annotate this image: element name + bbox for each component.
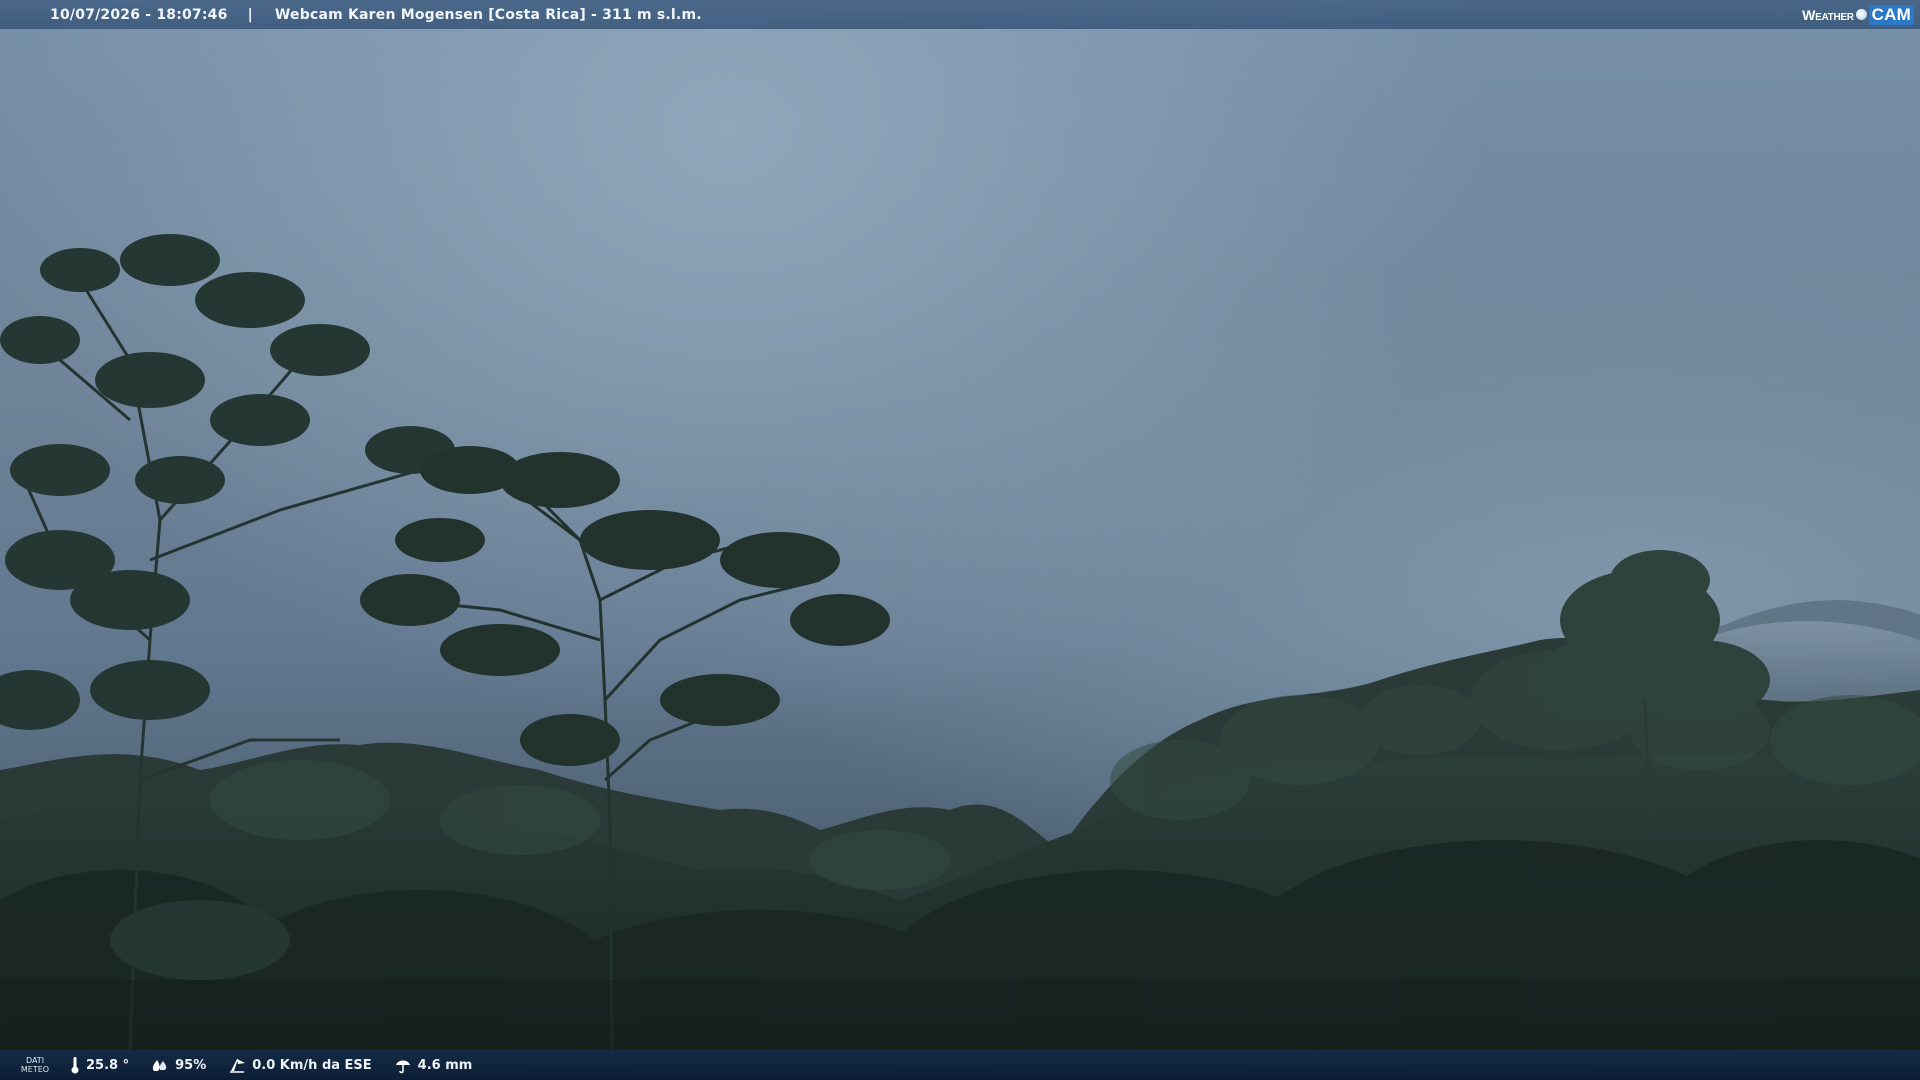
top-info-bar: 10/07/2026 - 18:07:46 | Webcam Karen Mog…: [0, 0, 1920, 29]
weather-data-label-line1: DATI: [25, 1056, 45, 1065]
humidity-stat: 95%: [151, 1057, 206, 1073]
temperature-stat: 25.8 °: [70, 1056, 129, 1074]
thermometer-icon: [71, 1057, 79, 1074]
wind-icon: [230, 1059, 246, 1073]
wind-value: 0.0 Km/h da ESE: [252, 1057, 372, 1073]
logo-weather-text: Weather: [1802, 6, 1854, 23]
humidity-value: 95%: [175, 1057, 207, 1073]
weather-data-bar: DATI METEO 25.8 ° 95% 0.0 Km/h da ESE 4.…: [0, 1050, 1920, 1080]
webcam-title: Webcam Karen Mogensen [Costa Rica] - 311…: [274, 6, 702, 23]
temperature-value: 25.8 °: [86, 1057, 130, 1073]
logo-globe-icon: [1855, 9, 1867, 20]
tall-tree-center-leaves: [360, 446, 890, 766]
humidity-icon: [153, 1060, 167, 1071]
timestamp: 10/07/2026 - 18:07:46: [50, 6, 228, 23]
rain-icon: [395, 1060, 410, 1074]
weather-data-label: DATI METEO: [0, 1056, 70, 1074]
wind-stat: 0.0 Km/h da ESE: [228, 1056, 372, 1074]
landscape-scene: [0, 234, 1920, 1080]
weathercam-logo: Weather CAM: [1794, 0, 1920, 29]
webcam-frame: 10/07/2026 - 18:07:46 | Webcam Karen Mog…: [0, 0, 1920, 1080]
separator: |: [247, 6, 253, 23]
logo-cam-text: CAM: [1868, 4, 1914, 25]
rain-value: 4.6 mm: [417, 1057, 473, 1073]
rain-stat: 4.6 mm: [394, 1056, 473, 1074]
weather-data-label-line2: METEO: [20, 1065, 50, 1074]
